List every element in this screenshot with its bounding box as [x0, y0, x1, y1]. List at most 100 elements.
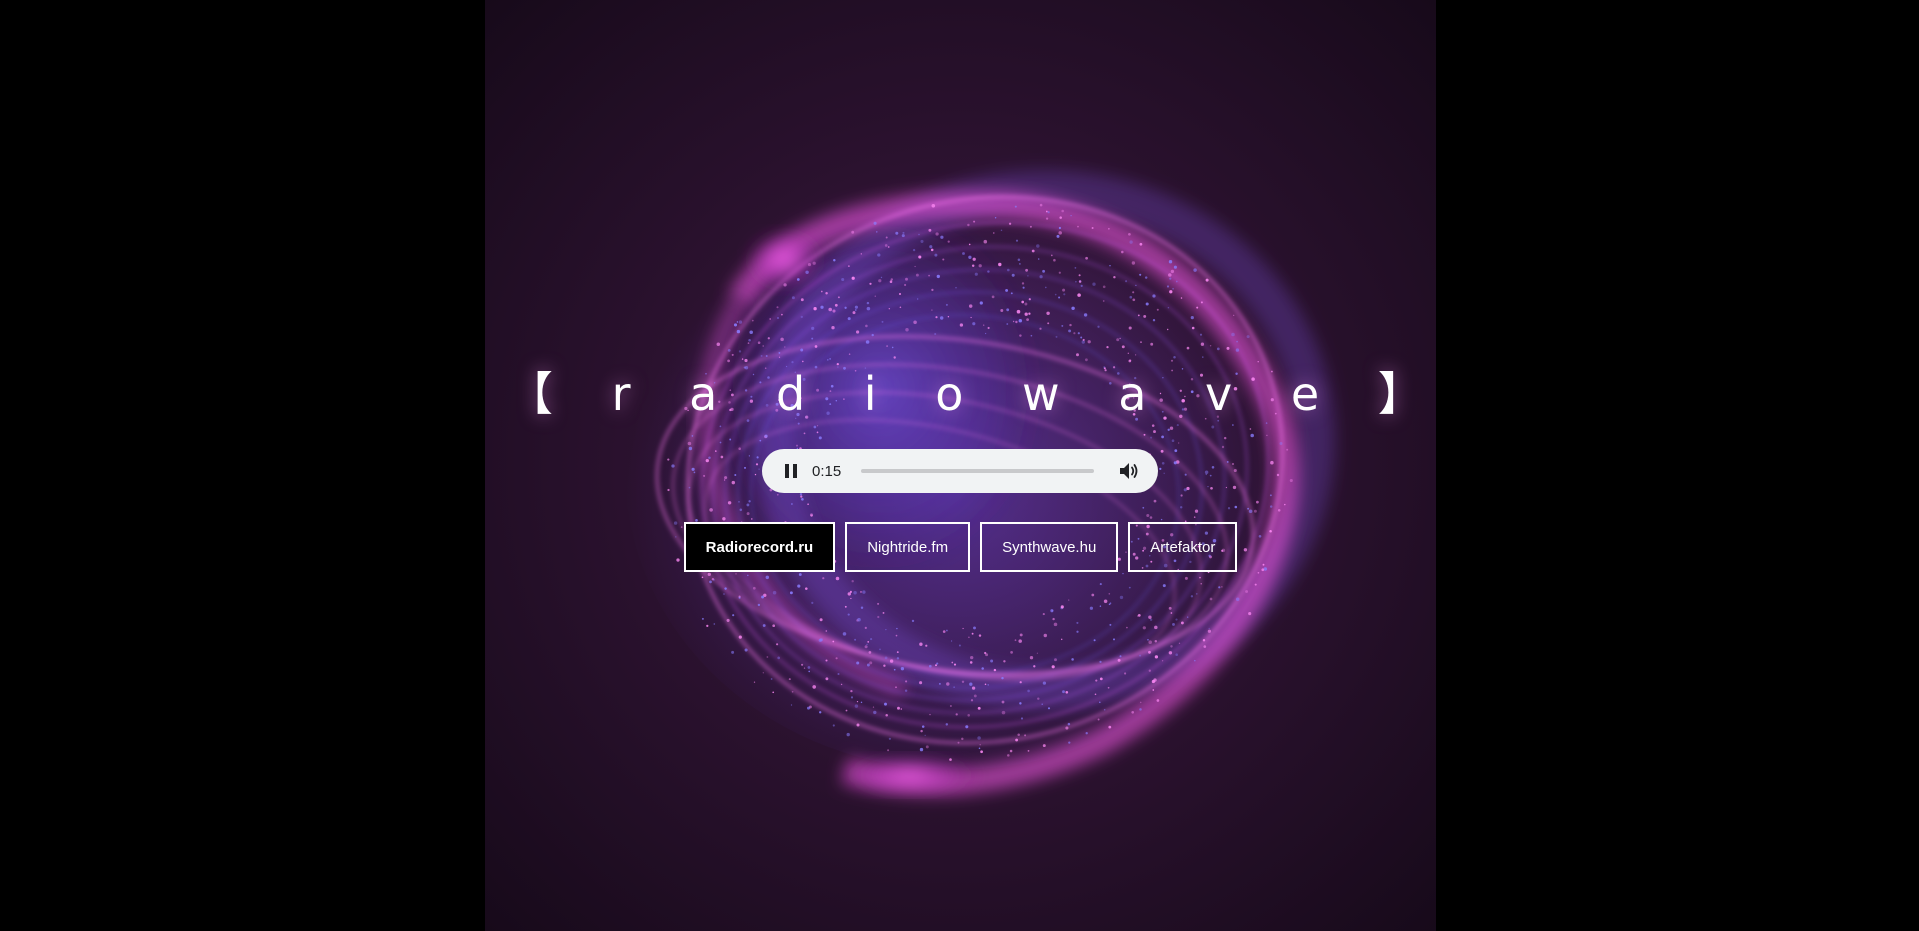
particle-dot	[1162, 584, 1166, 588]
particle-dot	[1178, 642, 1181, 644]
particle-dot	[877, 615, 880, 619]
particle-dot	[707, 572, 711, 577]
particle-dot	[961, 737, 964, 741]
particle-dot	[846, 732, 850, 737]
particle-dot	[1077, 332, 1080, 335]
particle-dot	[871, 333, 874, 337]
particle-dot	[1257, 571, 1260, 574]
particle-dot	[790, 704, 793, 706]
particle-dot	[762, 624, 766, 627]
particle-dot	[967, 714, 970, 717]
particle-dot	[935, 232, 939, 236]
particle-dot	[848, 353, 851, 355]
app-title: 【 r a d i o w a v e 】	[507, 367, 1436, 421]
particle-dot	[1042, 744, 1046, 748]
station-button-radiorecord[interactable]: Radiorecord.ru	[683, 522, 836, 572]
particle-dot	[755, 463, 759, 466]
particle-dot	[873, 221, 877, 225]
particle-dot	[1127, 352, 1129, 354]
particle-dot	[968, 243, 971, 246]
particle-dot	[813, 425, 817, 429]
particle-dot	[812, 685, 816, 689]
particle-dot	[807, 263, 812, 267]
particle-dot	[1006, 323, 1009, 325]
particle-dot	[1009, 749, 1013, 753]
particle-dot	[748, 338, 751, 342]
particle-dot	[807, 706, 810, 710]
particle-dot	[1178, 442, 1180, 444]
particle-dot	[895, 231, 899, 235]
particle-dot	[877, 602, 880, 605]
particle-dot	[993, 668, 997, 672]
particle-dot	[738, 350, 742, 353]
particle-dot	[820, 290, 823, 293]
particle-dot	[1143, 433, 1146, 436]
particle-dot	[738, 501, 740, 503]
particle-dot	[1028, 312, 1031, 315]
particle-dot	[1128, 232, 1131, 236]
particle-dot	[736, 321, 739, 323]
progress-bar[interactable]	[861, 469, 1094, 473]
particle-dot	[1159, 467, 1162, 471]
particle-dot	[671, 464, 675, 468]
station-button-synthwave[interactable]: Synthwave.hu	[980, 522, 1119, 572]
particle-dot	[1011, 273, 1015, 277]
particle-dot	[759, 439, 762, 442]
particle-dot	[819, 711, 822, 714]
particle-dot	[1169, 426, 1174, 430]
particle-dot	[1289, 478, 1293, 483]
particle-dot	[1119, 337, 1121, 340]
particle-dot	[852, 311, 856, 315]
particle-dot	[803, 432, 806, 435]
particle-dot	[807, 666, 811, 669]
particle-dot	[1166, 285, 1170, 288]
particle-dot	[1148, 615, 1152, 619]
particle-dot	[1199, 576, 1201, 579]
particle-dot	[1276, 473, 1280, 477]
particle-dot	[931, 309, 933, 311]
particle-dot	[1006, 308, 1010, 312]
particle-dot	[1270, 505, 1273, 508]
particle-dot	[844, 306, 847, 309]
pause-button[interactable]	[780, 460, 802, 482]
particle-dot	[814, 345, 818, 348]
particle-dot	[762, 672, 764, 674]
particle-dot	[701, 576, 704, 579]
particle-dot	[791, 296, 795, 300]
particle-dot	[1221, 586, 1223, 588]
particle-dot	[936, 274, 940, 279]
volume-button[interactable]	[1118, 460, 1140, 482]
station-button-nightride[interactable]: Nightride.fm	[845, 522, 971, 572]
particle-dot	[727, 501, 732, 505]
particle-dot	[958, 644, 961, 647]
particle-dot	[1200, 583, 1202, 585]
particle-dot	[1108, 593, 1111, 595]
particle-dot	[732, 614, 735, 617]
particle-dot	[1075, 280, 1077, 283]
particle-dot	[1061, 606, 1064, 609]
particle-dot	[854, 305, 858, 309]
volume-icon	[1120, 463, 1138, 479]
particle-dot	[864, 645, 868, 649]
particle-dot	[1020, 717, 1024, 720]
particle-dot	[777, 656, 781, 660]
particle-dot	[879, 648, 881, 651]
station-button-artefaktor[interactable]: Artefaktor	[1128, 522, 1238, 572]
particle-dot	[744, 648, 748, 652]
particle-dot	[936, 662, 939, 665]
particle-dot	[1190, 595, 1194, 598]
particle-dot	[691, 467, 695, 471]
particle-dot	[1070, 214, 1072, 217]
particle-dot	[1168, 606, 1172, 610]
particle-dot	[866, 301, 870, 305]
particle-dot	[1196, 593, 1198, 595]
particle-dot	[1137, 314, 1140, 317]
particle-dot	[781, 313, 783, 316]
particle-dot	[1166, 328, 1169, 331]
particle-dot	[953, 686, 955, 688]
particle-dot	[1063, 293, 1066, 296]
particle-dot	[1152, 689, 1155, 691]
particle-dot	[1099, 660, 1102, 664]
particle-dot	[1211, 466, 1215, 469]
particle-dot	[1094, 693, 1097, 696]
